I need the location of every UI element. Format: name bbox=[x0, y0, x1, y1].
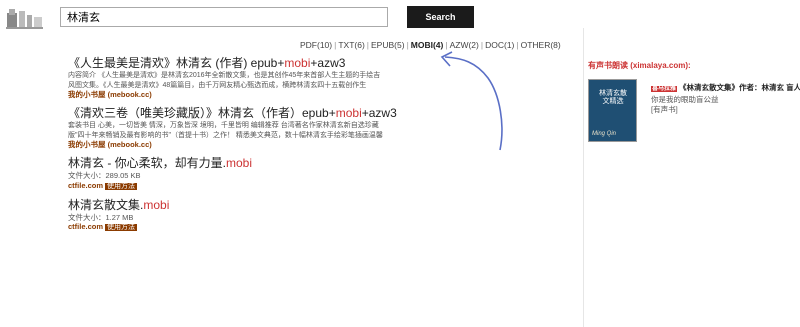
sidebar-divider bbox=[583, 28, 584, 327]
filter-epub[interactable]: EPUB(5) bbox=[371, 40, 405, 50]
audiobook-type: [有声书] bbox=[651, 104, 678, 114]
filter-doc[interactable]: DOC(1) bbox=[485, 40, 514, 50]
download-site-link[interactable]: ctfile.com bbox=[68, 181, 103, 190]
download-site-link[interactable]: ctfile.com bbox=[68, 222, 103, 231]
audiobook-sidebar: 有声书朗读 (ximalaya.com): 林清玄散文精选 Ming Qin 喜… bbox=[588, 60, 800, 149]
audiobook-item[interactable]: 林清玄散文精选 Ming Qin 喜马拉雅 《林清玄散文集》作者：林清玄 盲人 你… bbox=[588, 79, 800, 149]
filter-separator: | bbox=[445, 40, 448, 50]
book-cover-image[interactable]: 林清玄散文精选 Ming Qin bbox=[588, 79, 637, 142]
header: Search bbox=[0, 0, 800, 34]
result-title-link[interactable]: 林清玄 - 你心柔软，却有力量.mobi bbox=[68, 156, 398, 171]
platform-tag: 喜马拉雅 bbox=[651, 86, 678, 92]
filter-separator: | bbox=[406, 40, 409, 50]
file-size: 文件大小：289.05 KB bbox=[68, 171, 141, 180]
search-input[interactable] bbox=[60, 7, 388, 27]
file-size: 文件大小：1.27 MB bbox=[68, 212, 134, 222]
result-description: 套装书目 心美，一切皆美 情深，万象皆深 境明，千里皆明 编辑推荐 台湾著名作家… bbox=[68, 122, 383, 139]
sidebar-heading[interactable]: 有声书朗读 (ximalaya.com): bbox=[588, 60, 800, 71]
result-item: 林清玄散文集.mobi 文件大小：1.27 MB ctfile.com 使用方法 bbox=[68, 198, 398, 234]
search-results: 《人生最美是清欢》林清玄 (作者) epub+mobi+azw3 内容简介 《人… bbox=[68, 56, 398, 239]
format-filter-bar: PDF(10) | TXT(6) | EPUB(5) | MOBI(4) | AZW(2) | DO… bbox=[300, 40, 561, 50]
result-description: 内容简介 《人生最美是清欢》是林清玄2016年全新散文集，也是其创作45年来首部… bbox=[68, 72, 381, 89]
result-item: 林清玄 - 你心柔软，却有力量.mobi 文件大小：289.05 KB ctfi… bbox=[68, 156, 398, 192]
result-item: 《清欢三卷（唯美珍藏版）》林清玄（作者）epub+mobi+azw3 套装书目 … bbox=[68, 106, 398, 150]
filter-txt[interactable]: TXT(6) bbox=[338, 40, 364, 50]
result-title-link[interactable]: 《人生最美是清欢》林清玄 (作者) epub+mobi+azw3 bbox=[68, 56, 398, 71]
filter-azw[interactable]: AZW(2) bbox=[450, 40, 479, 50]
search-button[interactable]: Search bbox=[407, 6, 474, 28]
result-item: 《人生最美是清欢》林清玄 (作者) epub+mobi+azw3 内容简介 《人… bbox=[68, 56, 398, 100]
filter-separator: | bbox=[516, 40, 519, 50]
result-title-link[interactable]: 林清玄散文集.mobi bbox=[68, 198, 398, 213]
filter-mobi[interactable]: MOBI(4) bbox=[411, 40, 444, 50]
filter-separator: | bbox=[334, 40, 337, 50]
filter-separator: | bbox=[480, 40, 484, 50]
usage-help-badge[interactable]: 使用方法 bbox=[105, 224, 138, 231]
usage-help-badge[interactable]: 使用方法 bbox=[105, 182, 138, 190]
audiobook-title-link[interactable]: 喜马拉雅 《林清玄散文集》作者：林清玄 盲人 bbox=[651, 82, 800, 95]
result-source-link[interactable]: 我的小书屋 (mebook.cc) bbox=[68, 140, 398, 150]
filter-pdf[interactable]: PDF(10) bbox=[300, 40, 332, 50]
filter-separator: | bbox=[366, 40, 370, 50]
result-title-link[interactable]: 《清欢三卷（唯美珍藏版）》林清玄（作者）epub+mobi+azw3 bbox=[68, 106, 398, 121]
site-logo[interactable] bbox=[6, 5, 44, 31]
audiobook-subtitle: 你是我的眼助盲公益 bbox=[651, 95, 719, 104]
result-source-link[interactable]: 我的小书屋 (mebook.cc) bbox=[68, 90, 398, 100]
filter-other[interactable]: OTHER(8) bbox=[521, 40, 561, 50]
